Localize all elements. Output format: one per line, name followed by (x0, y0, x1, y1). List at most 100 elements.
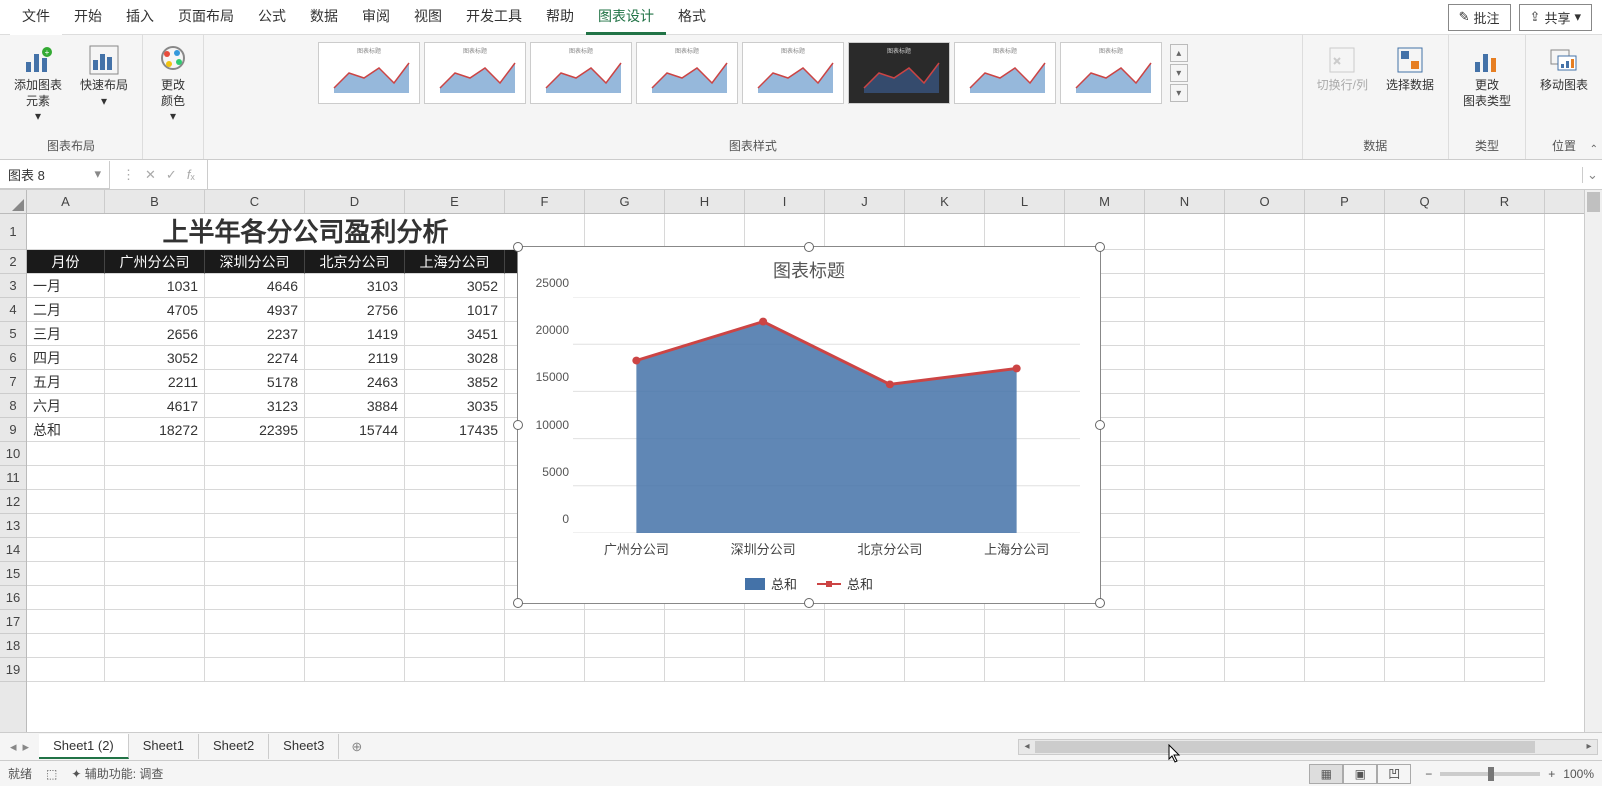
menu-开始[interactable]: 开始 (62, 0, 114, 35)
row-header-1[interactable]: 1 (0, 214, 26, 250)
cell[interactable] (1465, 370, 1545, 394)
macro-record-icon[interactable]: ⬚ (46, 767, 57, 781)
menu-插入[interactable]: 插入 (114, 0, 166, 35)
zoom-in-button[interactable]: + (1548, 767, 1555, 781)
cell[interactable] (1145, 634, 1225, 658)
sheet-tab-Sheet2[interactable]: Sheet2 (199, 734, 269, 759)
col-header-Q[interactable]: Q (1385, 190, 1465, 213)
cell[interactable] (1065, 610, 1145, 634)
cell[interactable]: 3123 (205, 394, 305, 418)
menu-页面布局[interactable]: 页面布局 (166, 0, 246, 35)
cell[interactable] (665, 634, 745, 658)
cell[interactable] (205, 562, 305, 586)
cell[interactable] (1225, 322, 1305, 346)
col-header-B[interactable]: B (105, 190, 205, 213)
cell[interactable]: 18272 (105, 418, 205, 442)
cell[interactable] (1465, 418, 1545, 442)
cell[interactable] (1305, 466, 1385, 490)
cell[interactable] (985, 634, 1065, 658)
cell[interactable] (305, 466, 405, 490)
add-chart-element-button[interactable]: +添加图表 元素 ▾ (8, 40, 68, 129)
cell[interactable] (585, 610, 665, 634)
cell[interactable]: 1419 (305, 322, 405, 346)
cell[interactable] (1465, 394, 1545, 418)
chart-style-7[interactable]: 图表标题 (954, 42, 1056, 104)
cell[interactable] (1145, 658, 1225, 682)
cell[interactable] (1225, 250, 1305, 274)
cell[interactable]: 一月 (27, 274, 105, 298)
cell[interactable]: 3028 (405, 346, 505, 370)
cell[interactable] (1225, 610, 1305, 634)
cell[interactable] (505, 658, 585, 682)
zoom-controls[interactable]: − + 100% (1425, 767, 1594, 781)
cell[interactable] (1385, 418, 1465, 442)
cell[interactable]: 3035 (405, 394, 505, 418)
cell[interactable] (1145, 298, 1225, 322)
row-header-5[interactable]: 5 (0, 322, 26, 346)
cell[interactable] (305, 442, 405, 466)
cell[interactable]: 广州分公司 (105, 250, 205, 274)
cell[interactable] (1305, 634, 1385, 658)
row-header-8[interactable]: 8 (0, 394, 26, 418)
row-header-4[interactable]: 4 (0, 298, 26, 322)
col-header-L[interactable]: L (985, 190, 1065, 213)
page-layout-view-button[interactable]: ▣ (1343, 764, 1377, 784)
accessibility-status[interactable]: ✦ 辅助功能: 调查 (71, 765, 163, 782)
cell[interactable] (1305, 250, 1385, 274)
cell[interactable] (905, 610, 985, 634)
page-break-view-button[interactable]: 凹 (1377, 764, 1411, 784)
cell[interactable]: 上半年各分公司盈利分析 (27, 214, 585, 250)
fx-icon[interactable]: fₓ (187, 167, 195, 182)
cell[interactable] (405, 490, 505, 514)
cell[interactable] (825, 634, 905, 658)
cell[interactable]: 2237 (205, 322, 305, 346)
col-header-O[interactable]: O (1225, 190, 1305, 213)
row-header-18[interactable]: 18 (0, 634, 26, 658)
cell[interactable] (1305, 214, 1385, 250)
cell[interactable] (1465, 250, 1545, 274)
cell[interactable] (1065, 658, 1145, 682)
cell[interactable] (305, 658, 405, 682)
cell[interactable] (745, 634, 825, 658)
chart-legend[interactable]: 总和 总和 (518, 574, 1100, 593)
cell[interactable] (1225, 538, 1305, 562)
cell[interactable] (1225, 586, 1305, 610)
cell[interactable]: 五月 (27, 370, 105, 394)
normal-view-button[interactable]: ▦ (1309, 764, 1343, 784)
select-all-corner[interactable] (0, 190, 26, 214)
menu-开发工具[interactable]: 开发工具 (454, 0, 534, 35)
cell[interactable] (1385, 658, 1465, 682)
cell[interactable] (105, 514, 205, 538)
cell[interactable] (1225, 634, 1305, 658)
cell[interactable] (405, 586, 505, 610)
chart-style-5[interactable]: 图表标题 (742, 42, 844, 104)
cancel-icon[interactable]: ✕ (145, 167, 156, 183)
cell[interactable] (27, 442, 105, 466)
cell[interactable] (665, 610, 745, 634)
cell[interactable] (1385, 490, 1465, 514)
col-header-A[interactable]: A (27, 190, 105, 213)
row-header-12[interactable]: 12 (0, 490, 26, 514)
resize-handle[interactable] (1095, 242, 1105, 252)
row-header-19[interactable]: 19 (0, 658, 26, 682)
cell[interactable] (1145, 274, 1225, 298)
cell[interactable] (205, 538, 305, 562)
cell[interactable] (1225, 442, 1305, 466)
cell[interactable] (27, 658, 105, 682)
cell[interactable] (1145, 490, 1225, 514)
resize-handle[interactable] (804, 598, 814, 608)
move-chart-button[interactable]: 移动图表 (1534, 40, 1594, 98)
cell[interactable] (27, 514, 105, 538)
sheet-tab-Sheet1[interactable]: Sheet1 (129, 734, 199, 759)
cell[interactable] (1465, 322, 1545, 346)
cell[interactable] (105, 610, 205, 634)
comments-button[interactable]: ✎ 批注 (1448, 4, 1511, 31)
cell[interactable] (1385, 298, 1465, 322)
cell[interactable] (1385, 370, 1465, 394)
resize-handle[interactable] (804, 242, 814, 252)
change-colors-button[interactable]: 更改 颜色 ▾ (151, 40, 195, 129)
row-header-9[interactable]: 9 (0, 418, 26, 442)
cell[interactable]: 二月 (27, 298, 105, 322)
col-header-I[interactable]: I (745, 190, 825, 213)
cell[interactable] (27, 466, 105, 490)
